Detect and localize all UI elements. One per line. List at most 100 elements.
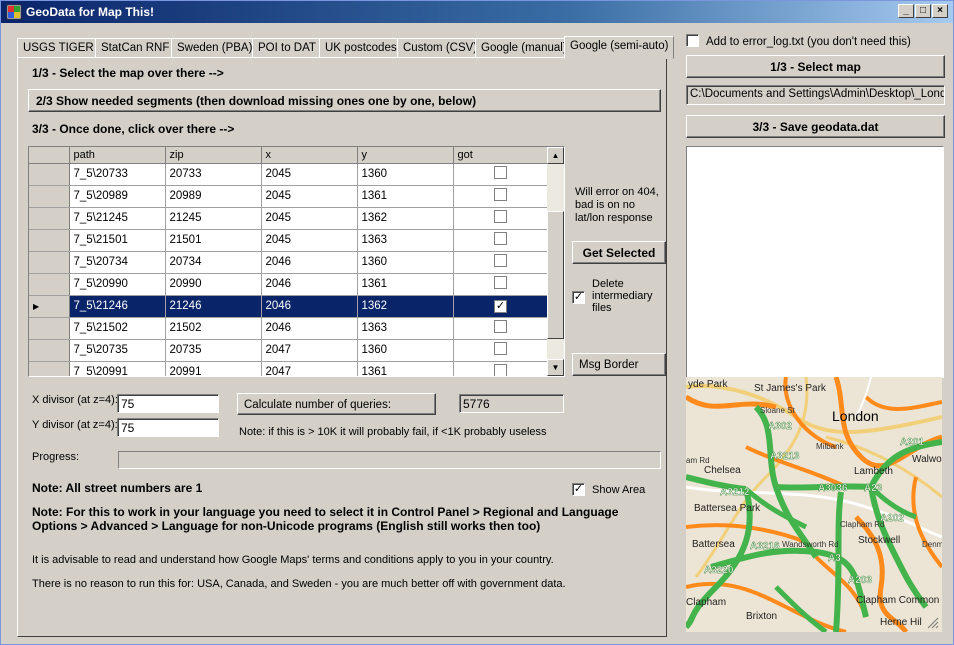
cell-y[interactable]: 1361 (357, 185, 454, 208)
cell-got[interactable] (453, 317, 549, 340)
cell-x[interactable]: 2045 (261, 207, 358, 230)
cell-zip[interactable]: 21245 (165, 207, 262, 230)
scroll-up-icon[interactable]: ▲ (547, 147, 564, 164)
cell-x[interactable]: 2045 (261, 163, 358, 186)
got-checkbox[interactable] (494, 210, 507, 223)
cell-path[interactable]: 7_5\20733 (69, 163, 166, 186)
get-selected-button[interactable]: Get Selected (572, 241, 666, 264)
cell-path[interactable]: 7_5\21501 (69, 229, 166, 252)
cell-zip[interactable]: 20734 (165, 251, 262, 274)
got-checkbox[interactable] (494, 166, 507, 179)
row-header[interactable] (29, 317, 70, 340)
row-header[interactable] (29, 207, 70, 230)
table-row[interactable]: 7_5\21501 21501 2045 1363 (29, 229, 549, 252)
row-header[interactable] (29, 229, 70, 252)
tab-google-semi-auto[interactable]: Google (semi-auto) (564, 36, 675, 59)
cell-got[interactable] (453, 207, 549, 230)
cell-x[interactable]: 2046 (261, 251, 358, 274)
cell-got[interactable] (453, 361, 549, 376)
got-checkbox[interactable] (494, 276, 507, 289)
table-row[interactable]: 7_5\20991 20991 2047 1361 (29, 361, 549, 376)
got-checkbox[interactable] (494, 232, 507, 245)
cell-zip[interactable]: 20733 (165, 163, 262, 186)
cell-zip[interactable]: 20989 (165, 185, 262, 208)
got-checkbox[interactable] (494, 320, 507, 333)
tab-usgs-tiger[interactable]: USGS TIGER (17, 38, 100, 58)
cell-zip[interactable]: 20735 (165, 339, 262, 362)
cell-path[interactable]: 7_5\20989 (69, 185, 166, 208)
tab-sweden-pba[interactable]: Sweden (PBA) (171, 38, 259, 58)
got-checkbox[interactable] (494, 364, 507, 376)
show-segments-button[interactable]: 2/3 Show needed segments (then download … (28, 89, 661, 112)
cell-x[interactable]: 2046 (261, 295, 358, 318)
cell-got[interactable] (453, 185, 549, 208)
cell-x[interactable]: 2045 (261, 229, 358, 252)
tab-custom-csv[interactable]: Custom (CSV) (397, 38, 484, 58)
cell-y[interactable]: 1360 (357, 339, 454, 362)
maximize-button[interactable]: □ (915, 4, 931, 18)
cell-got[interactable] (453, 339, 549, 362)
close-button[interactable]: × (932, 4, 948, 18)
cell-y[interactable]: 1360 (357, 251, 454, 274)
cell-x[interactable]: 2045 (261, 185, 358, 208)
cell-zip[interactable]: 21246 (165, 295, 262, 318)
cell-path[interactable]: 7_5\21502 (69, 317, 166, 340)
calculate-queries-button[interactable]: Calculate number of queries: (237, 393, 436, 415)
save-geodata-button[interactable]: 3/3 - Save geodata.dat (686, 115, 945, 138)
column-header-path[interactable]: path (69, 147, 166, 164)
cell-zip[interactable]: 21502 (165, 317, 262, 340)
cell-zip[interactable]: 21501 (165, 229, 262, 252)
table-row[interactable]: 7_5\20733 20733 2045 1360 (29, 163, 549, 186)
got-checkbox[interactable] (494, 342, 507, 355)
cell-path[interactable]: 7_5\21246 (69, 295, 166, 318)
show-area-checkbox[interactable]: ✓ (572, 483, 585, 496)
tab-statcan-rnf[interactable]: StatCan RNF (95, 38, 176, 58)
delete-files-checkbox[interactable]: ✓ (572, 291, 585, 304)
row-header[interactable] (29, 361, 70, 376)
column-header-got[interactable]: got (453, 147, 549, 164)
column-header-zip[interactable]: zip (165, 147, 262, 164)
cell-y[interactable]: 1363 (357, 317, 454, 340)
cell-got[interactable] (453, 229, 549, 252)
tab-uk-postcodes[interactable]: UK postcodes (319, 38, 403, 58)
cell-y[interactable]: 1363 (357, 229, 454, 252)
cell-path[interactable]: 7_5\20990 (69, 273, 166, 296)
map-path-field[interactable]: C:\Documents and Settings\Admin\Desktop\… (686, 85, 945, 105)
tab-poi-to-dat[interactable]: POI to DAT (252, 38, 322, 58)
x-divisor-input[interactable]: 75 (117, 394, 219, 413)
table-row[interactable]: 7_5\20734 20734 2046 1360 (29, 251, 549, 274)
scroll-down-icon[interactable]: ▼ (547, 359, 564, 376)
table-row[interactable]: 7_5\20989 20989 2045 1361 (29, 185, 549, 208)
cell-got[interactable] (453, 163, 549, 186)
cell-path[interactable]: 7_5\20735 (69, 339, 166, 362)
row-header[interactable] (29, 273, 70, 296)
table-row[interactable]: 7_5\20735 20735 2047 1360 (29, 339, 549, 362)
cell-y[interactable]: 1361 (357, 361, 454, 376)
tab-google-manual[interactable]: Google (manual) (475, 38, 573, 58)
got-checkbox[interactable]: ✓ (494, 299, 507, 313)
scroll-thumb[interactable] (547, 211, 564, 339)
column-header-x[interactable]: x (261, 147, 358, 164)
cell-got[interactable] (453, 273, 549, 296)
cell-path[interactable]: 7_5\20734 (69, 251, 166, 274)
got-checkbox[interactable] (494, 188, 507, 201)
cell-y[interactable]: 1362 (357, 295, 454, 318)
map-preview[interactable]: yde Park St James's Park London A302 A3213 Mi… (686, 377, 942, 632)
cell-x[interactable]: 2047 (261, 361, 358, 376)
select-map-button[interactable]: 1/3 - Select map (686, 55, 945, 78)
row-header[interactable] (29, 251, 70, 274)
table-row[interactable]: ▶ 7_5\21246 21246 2046 1362 ✓ (29, 295, 549, 318)
row-header[interactable] (29, 339, 70, 362)
row-header[interactable]: ▶ (29, 295, 70, 318)
segments-grid[interactable]: path zip x y got 7_5\20733 20733 2045 1360 7… (28, 146, 565, 377)
cell-x[interactable]: 2047 (261, 339, 358, 362)
row-header[interactable] (29, 163, 70, 186)
cell-x[interactable]: 2046 (261, 317, 358, 340)
resize-grip-icon[interactable] (927, 617, 939, 629)
cell-x[interactable]: 2046 (261, 273, 358, 296)
error-log-checkbox[interactable] (686, 34, 699, 47)
cell-y[interactable]: 1362 (357, 207, 454, 230)
got-checkbox[interactable] (494, 254, 507, 267)
cell-got[interactable] (453, 251, 549, 274)
cell-path[interactable]: 7_5\21245 (69, 207, 166, 230)
